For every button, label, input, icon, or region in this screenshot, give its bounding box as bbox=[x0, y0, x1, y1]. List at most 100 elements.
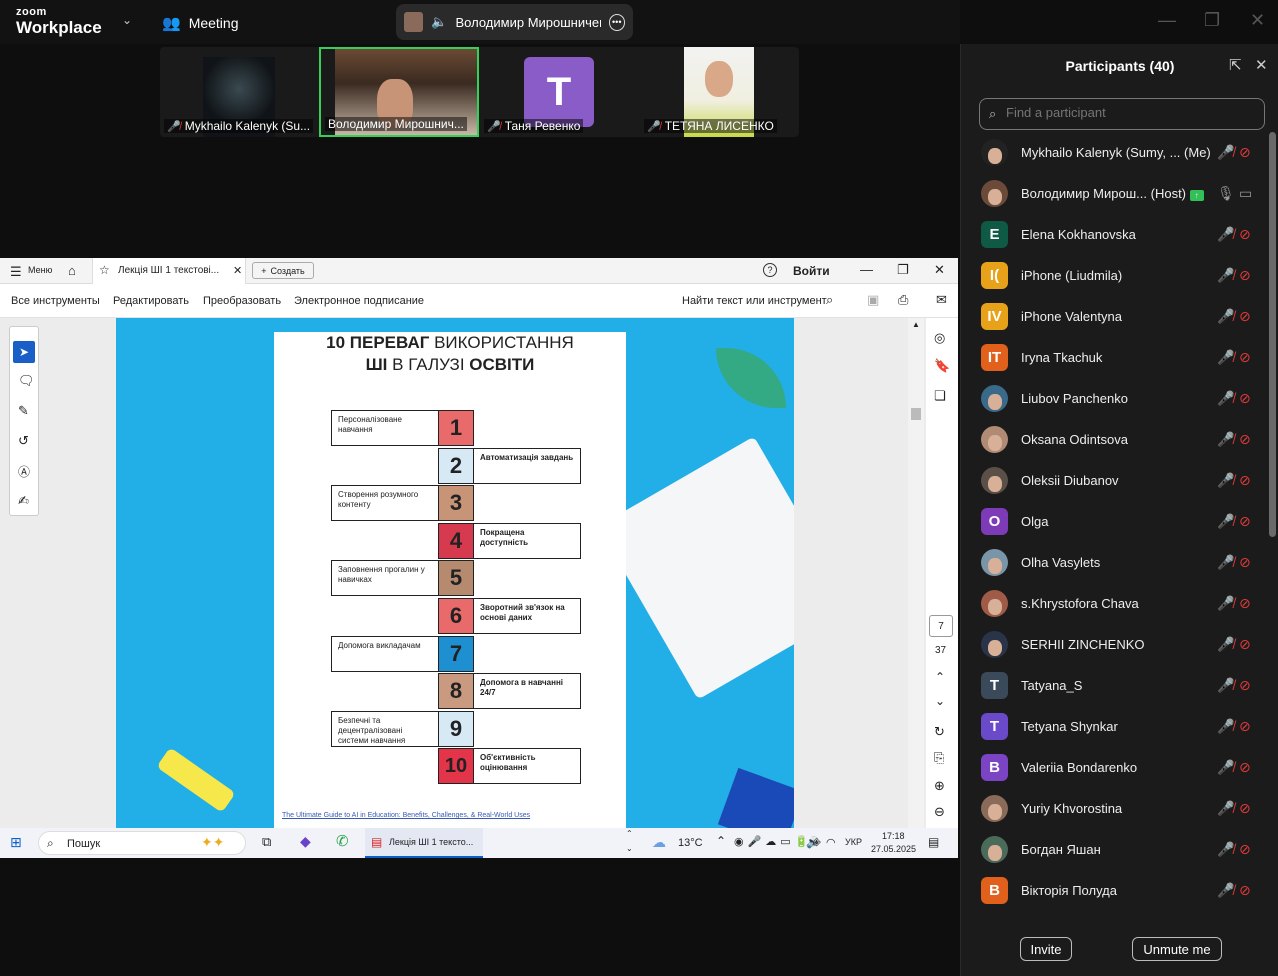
camera-off-icon[interactable]: ⊘ bbox=[1239, 226, 1251, 243]
mic-muted-icon[interactable]: 🎤̸ bbox=[1217, 882, 1234, 899]
participant-row[interactable]: Oleksii Diubanov 🎤̸ ⊘ bbox=[961, 460, 1261, 501]
mic-muted-icon[interactable]: 🎤̸ bbox=[1217, 308, 1234, 325]
camera-off-icon[interactable]: ⊘ bbox=[1239, 759, 1251, 776]
save-icon[interactable]: ▣ bbox=[867, 292, 879, 308]
mic-muted-icon[interactable]: 🎤̸ bbox=[1217, 759, 1234, 776]
language-indicator[interactable]: УКР bbox=[845, 837, 862, 847]
comment-icon[interactable]: 🗨 bbox=[18, 373, 35, 389]
highlight-pen-icon[interactable]: ✎ bbox=[18, 403, 29, 419]
mic-muted-icon[interactable]: 🎤̸ bbox=[1217, 677, 1234, 694]
clock-date[interactable]: 27.05.2025 bbox=[871, 844, 916, 854]
close-icon[interactable]: ✕ bbox=[1255, 56, 1268, 74]
participant-row[interactable]: Yuriy Khvorostina 🎤̸ ⊘ bbox=[961, 788, 1261, 829]
vertical-scrollbar[interactable]: ▲ bbox=[908, 318, 924, 828]
document-tab[interactable]: ☆ Лекція ШІ 1 текстові... ✕ bbox=[92, 258, 246, 284]
participant-row[interactable]: B Вікторія Полуда 🎤̸ ⊘ bbox=[961, 870, 1261, 911]
tool-esign[interactable]: Электронное подписание bbox=[294, 295, 424, 307]
rotate-icon[interactable]: ↻ bbox=[934, 724, 945, 740]
tool-edit[interactable]: Редактировать bbox=[113, 295, 189, 307]
camera-off-icon[interactable]: ⊘ bbox=[1239, 841, 1251, 858]
mic-muted-icon[interactable]: 🎤̸ bbox=[1217, 472, 1234, 489]
participant-row[interactable]: Mykhailo Kalenyk (Sumy, ... (Me) 🎤̸ ⊘ bbox=[961, 132, 1261, 173]
mic-muted-icon[interactable]: 🎤̸ bbox=[1217, 554, 1234, 571]
star-icon[interactable]: ☆ bbox=[99, 263, 110, 277]
mail-icon[interactable]: ✉ bbox=[936, 292, 947, 308]
participant-row[interactable]: T Tatyana_S 🎤̸ ⊘ bbox=[961, 665, 1261, 706]
source-link[interactable]: The Ultimate Guide to AI in Education: B… bbox=[282, 812, 530, 819]
pages-icon[interactable]: ❏ bbox=[934, 388, 946, 404]
taskbar-app-pdf[interactable]: ▤ Лекція ШІ 1 тексто... bbox=[365, 828, 483, 858]
camera-off-icon[interactable]: ⊘ bbox=[1239, 144, 1251, 161]
camera-off-icon[interactable]: ⊘ bbox=[1239, 636, 1251, 653]
mic-muted-icon[interactable]: 🎤̸ bbox=[1217, 800, 1234, 817]
create-button[interactable]: + Создать bbox=[252, 262, 314, 279]
select-cursor-icon[interactable]: ➤ bbox=[13, 341, 35, 363]
login-button[interactable]: Войти bbox=[793, 264, 830, 278]
camera-off-icon[interactable]: ⊘ bbox=[1239, 800, 1251, 817]
maximize-icon[interactable]: ❐ bbox=[1204, 10, 1220, 31]
chevron-down-icon[interactable]: ⌄ bbox=[122, 13, 132, 27]
camera-off-icon[interactable]: ⊘ bbox=[1239, 882, 1251, 899]
weather-temp[interactable]: 13°C bbox=[678, 837, 703, 849]
camera-off-icon[interactable]: ⊘ bbox=[1239, 349, 1251, 366]
mic-muted-icon[interactable]: 🎤̸ bbox=[1217, 636, 1234, 653]
print-icon[interactable]: ⎙ bbox=[898, 292, 908, 308]
lasso-icon[interactable]: ↺ bbox=[18, 433, 29, 449]
camera-off-icon[interactable]: ⊘ bbox=[1239, 267, 1251, 284]
windows-start-icon[interactable]: ⊞ bbox=[10, 834, 22, 851]
close-icon[interactable]: ✕ bbox=[934, 262, 945, 278]
camera-off-icon[interactable]: ⊘ bbox=[1239, 554, 1251, 571]
participant-row[interactable]: E Elena Kokhanovska 🎤̸ ⊘ bbox=[961, 214, 1261, 255]
pop-out-icon[interactable]: ⇱ bbox=[1229, 56, 1242, 74]
fit-page-icon[interactable]: ⎘ bbox=[934, 750, 944, 766]
close-icon[interactable]: ✕ bbox=[1250, 10, 1265, 31]
camera-off-icon[interactable]: ⊘ bbox=[1239, 677, 1251, 694]
whatsapp-icon[interactable]: ✆ bbox=[336, 832, 349, 850]
camera-off-icon[interactable]: ⊘ bbox=[1239, 595, 1251, 612]
participant-row[interactable]: B Valeriia Bondarenko 🎤̸ ⊘ bbox=[961, 747, 1261, 788]
taskbar-scroll-up-icon[interactable]: ⌃ bbox=[626, 829, 633, 838]
home-icon[interactable]: ⌂ bbox=[68, 263, 76, 278]
participant-row[interactable]: IT Iryna Tkachuk 🎤̸ ⊘ bbox=[961, 337, 1261, 378]
camera-icon[interactable]: ▭ bbox=[1239, 185, 1252, 202]
mic-muted-icon[interactable]: 🎤̸ bbox=[1217, 841, 1234, 858]
camera-off-icon[interactable]: ⊘ bbox=[1239, 308, 1251, 325]
participant-row[interactable]: Володимир Мирош... (Host) ↑ 🎙 ▭ bbox=[961, 173, 1261, 214]
participant-row[interactable]: s.Khrystofora Chava 🎤̸ ⊘ bbox=[961, 583, 1261, 624]
help-icon[interactable]: ? bbox=[763, 263, 777, 277]
mic-muted-icon[interactable]: 🎤̸ bbox=[1217, 226, 1234, 243]
close-tab-icon[interactable]: ✕ bbox=[233, 264, 242, 277]
hamburger-menu-icon[interactable]: ☰ bbox=[10, 264, 22, 280]
list-scrollbar[interactable] bbox=[1269, 132, 1276, 537]
participant-row[interactable]: Oksana Odintsova 🎤̸ ⊘ bbox=[961, 419, 1261, 460]
mic-muted-icon[interactable]: 🎤̸ bbox=[1217, 431, 1234, 448]
zoom-in-icon[interactable]: ⊕ bbox=[934, 778, 945, 794]
find-text-label[interactable]: Найти текст или инструмент bbox=[682, 295, 827, 307]
participant-row[interactable]: Liubov Panchenko 🎤̸ ⊘ bbox=[961, 378, 1261, 419]
signature-icon[interactable]: ✍ bbox=[18, 493, 29, 509]
participant-row[interactable]: SERHII ZINCHENKO 🎤̸ ⊘ bbox=[961, 624, 1261, 665]
participant-row[interactable]: IV iPhone Valentyna 🎤̸ ⊘ bbox=[961, 296, 1261, 337]
participant-search[interactable]: ⌕ bbox=[979, 98, 1265, 130]
zoom-out-icon[interactable]: ⊖ bbox=[934, 804, 945, 820]
ai-assistant-icon[interactable]: ◎ bbox=[934, 330, 945, 346]
copilot-icon[interactable]: ◆ bbox=[300, 833, 311, 850]
mic-muted-icon[interactable]: 🎤̸ bbox=[1217, 513, 1234, 530]
participant-row[interactable]: O Olga 🎤̸ ⊘ bbox=[961, 501, 1261, 542]
mic-muted-icon[interactable]: 🎤̸ bbox=[1217, 267, 1234, 284]
mic-muted-icon[interactable]: 🎤̸ bbox=[1217, 349, 1234, 366]
tray-chevron-icon[interactable]: ⌃ bbox=[716, 834, 726, 848]
search-icon[interactable]: ⌕ bbox=[826, 292, 833, 308]
active-speaker-pill[interactable]: 🔈 Володимир Мирошниченко ••• bbox=[396, 4, 633, 40]
taskbar-scroll-down-icon[interactable]: ⌄ bbox=[626, 844, 633, 853]
participant-row[interactable]: Богдан Яшан 🎤̸ ⊘ bbox=[961, 829, 1261, 870]
mic-muted-icon[interactable]: 🎤̸ bbox=[1217, 595, 1234, 612]
maximize-icon[interactable]: ❐ bbox=[897, 262, 909, 278]
meeting-info-button[interactable]: 👥 Meeting bbox=[162, 14, 239, 32]
video-tile[interactable]: 🎤̸ Mykhailo Kalenyk (Su... bbox=[160, 47, 318, 137]
participant-row[interactable]: Olha Vasylets 🎤̸ ⊘ bbox=[961, 542, 1261, 583]
video-tile[interactable]: T 🎤̸ Таня Ревенко bbox=[480, 47, 639, 137]
more-options-icon[interactable]: ••• bbox=[608, 13, 625, 31]
text-select-icon[interactable]: Ⓐ bbox=[18, 463, 30, 480]
wifi-icon[interactable]: ◠ bbox=[826, 836, 836, 849]
